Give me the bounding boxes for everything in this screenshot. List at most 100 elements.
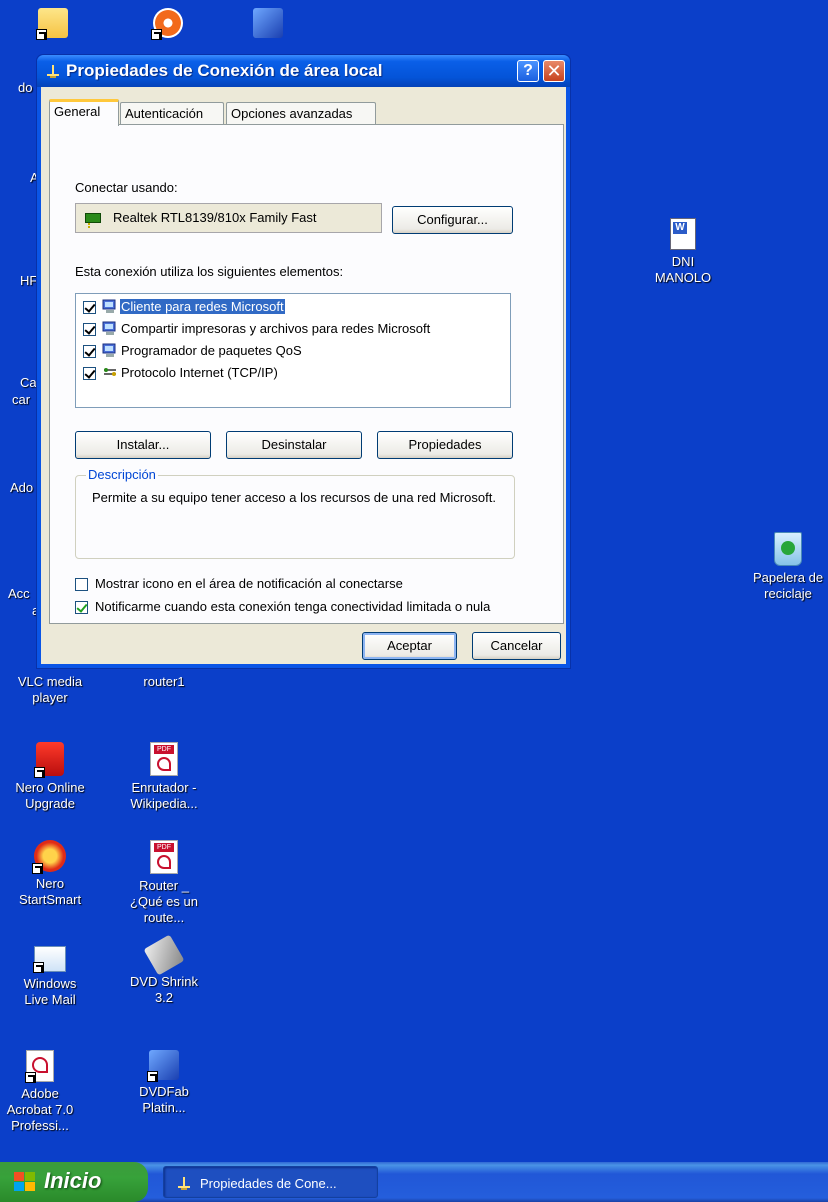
item-label: Protocolo Internet (TCP/IP) bbox=[121, 365, 278, 380]
start-button[interactable]: Inicio bbox=[0, 1162, 148, 1202]
item-checkbox[interactable] bbox=[83, 323, 96, 336]
edge-label: Ca bbox=[20, 375, 37, 390]
edge-label: HF bbox=[20, 273, 38, 288]
item-checkbox[interactable] bbox=[83, 301, 96, 314]
components-list[interactable]: Cliente para redes Microsoft Compartir i… bbox=[75, 293, 511, 408]
notify-limited-label[interactable]: Notificarme cuando esta conexión tenga c… bbox=[95, 599, 515, 615]
item-label: Programador de paquetes QoS bbox=[121, 343, 302, 358]
taskbar-item-properties[interactable]: Propiedades de Cone... bbox=[163, 1166, 378, 1198]
nero-flame-icon bbox=[32, 840, 66, 874]
shortcut-arrow-icon bbox=[25, 1072, 36, 1083]
pdf-icon: PDF bbox=[150, 742, 178, 776]
acrobat-icon bbox=[25, 1050, 54, 1083]
shortcut-arrow-icon bbox=[34, 767, 45, 778]
desktop-icon-nero-startsmart[interactable]: Nero StartSmart bbox=[10, 840, 90, 908]
show-icon-checkbox[interactable] bbox=[75, 578, 88, 591]
desktop-icon-dvdfab-top[interactable] bbox=[228, 8, 308, 42]
tab-advanced-options[interactable]: Opciones avanzadas bbox=[226, 102, 376, 125]
mail-envelope-icon bbox=[33, 946, 66, 973]
item-checkbox[interactable] bbox=[83, 367, 96, 380]
desktop-icon-dvdfab[interactable]: DVDFab Platin... bbox=[124, 1050, 204, 1116]
desktop-icon-nero-online[interactable]: Nero Online Upgrade bbox=[10, 742, 90, 812]
dvd-logo-icon bbox=[253, 8, 283, 38]
shortcut-arrow-icon bbox=[32, 863, 43, 874]
network-card-icon bbox=[85, 213, 101, 226]
nero-gift-icon bbox=[34, 742, 64, 778]
install-button[interactable]: Instalar... bbox=[75, 431, 211, 459]
description-text: Permite a su equipo tener acceso a los r… bbox=[92, 490, 496, 505]
show-icon-label[interactable]: Mostrar icono en el área de notificación… bbox=[95, 576, 403, 591]
tab-general[interactable]: General bbox=[49, 99, 119, 126]
desktop-icon-dni-manolo[interactable]: W DNI MANOLO bbox=[643, 218, 723, 286]
uninstall-button[interactable]: Desinstalar bbox=[226, 431, 362, 459]
recycle-bin-icon bbox=[774, 532, 802, 566]
configure-button[interactable]: Configurar... bbox=[392, 206, 513, 234]
folder-icon bbox=[36, 8, 68, 40]
dvd-logo-icon bbox=[147, 1050, 179, 1082]
window-title: Propiedades de Conexión de área local bbox=[66, 61, 383, 80]
network-connection-icon bbox=[47, 65, 59, 78]
network-client-icon bbox=[102, 299, 116, 313]
tab-authentication[interactable]: Autenticación bbox=[120, 102, 224, 125]
desktop-icon-documents[interactable] bbox=[13, 8, 93, 42]
dvd-shrink-icon bbox=[143, 934, 185, 976]
icon-label: Nero Online Upgrade bbox=[15, 780, 85, 811]
connect-using-label: Conectar usando: bbox=[75, 180, 178, 195]
edge-label: car bbox=[12, 392, 31, 407]
description-legend: Descripción bbox=[86, 467, 158, 482]
icon-label: Windows Live Mail bbox=[23, 976, 77, 1007]
properties-button[interactable]: Propiedades bbox=[377, 431, 513, 459]
dialog-client: General Autenticación Opciones avanzadas… bbox=[41, 87, 566, 664]
icon-label: Papelera de reciclaje bbox=[752, 570, 824, 601]
edge-label: Ado bbox=[10, 480, 34, 495]
icon-label: Router _ ¿Qué es un route... bbox=[130, 878, 198, 925]
help-button[interactable]: ? bbox=[517, 60, 539, 82]
cancel-button[interactable]: Cancelar bbox=[472, 632, 561, 660]
network-connection-icon bbox=[178, 1177, 190, 1190]
icon-label: DVD Shrink 3.2 bbox=[130, 974, 198, 1005]
list-item[interactable]: Programador de paquetes QoS bbox=[80, 340, 508, 362]
icon-label: Adobe Acrobat 7.0 Professi... bbox=[6, 1086, 74, 1133]
adapter-name: Realtek RTL8139/810x Family Fast bbox=[113, 210, 317, 225]
shortcut-arrow-icon bbox=[36, 29, 47, 40]
list-item[interactable]: Compartir impresoras y archivos para red… bbox=[80, 318, 508, 340]
edge-label: do bbox=[18, 80, 33, 95]
icon-label: DVDFab Platin... bbox=[139, 1084, 189, 1115]
list-item[interactable]: Cliente para redes Microsoft bbox=[80, 296, 508, 318]
desktop-icon-router-que[interactable]: PDF Router _ ¿Qué es un route... bbox=[124, 840, 204, 926]
close-button[interactable]: ✕ bbox=[543, 60, 565, 82]
list-item[interactable]: Protocolo Internet (TCP/IP) bbox=[80, 362, 508, 384]
ok-button[interactable]: Aceptar bbox=[362, 632, 457, 660]
taskbar: Inicio Propiedades de Cone... bbox=[0, 1162, 828, 1202]
icon-label: Enrutador - Wikipedia... bbox=[130, 780, 198, 811]
general-tab-panel: Conectar usando: Realtek RTL8139/810x Fa… bbox=[49, 124, 564, 624]
adapter-display: Realtek RTL8139/810x Family Fast bbox=[75, 203, 382, 233]
protocol-icon bbox=[104, 368, 116, 376]
items-label: Esta conexión utiliza los siguientes ele… bbox=[75, 264, 344, 279]
item-label: Compartir impresoras y archivos para red… bbox=[121, 321, 431, 336]
item-checkbox[interactable] bbox=[83, 345, 96, 358]
taskbar-item-label: Propiedades de Cone... bbox=[200, 1176, 337, 1191]
desktop-icon-windows-live-mail[interactable]: Windows Live Mail bbox=[10, 940, 90, 1008]
properties-dialog: Propiedades de Conexión de área local ? … bbox=[36, 54, 571, 669]
icon-label: VLC media player bbox=[17, 674, 83, 705]
description-group: Descripción Permite a su equipo tener ac… bbox=[75, 467, 515, 559]
desktop-icon-adobe-acrobat[interactable]: Adobe Acrobat 7.0 Professi... bbox=[0, 1050, 80, 1134]
shortcut-arrow-icon bbox=[33, 962, 44, 973]
desktop-icon-app-orange[interactable] bbox=[128, 8, 208, 42]
title-bar[interactable]: Propiedades de Conexión de área local ? … bbox=[37, 55, 570, 87]
pdf-icon: PDF bbox=[150, 840, 178, 874]
desktop-icon-enrutador[interactable]: PDF Enrutador - Wikipedia... bbox=[124, 742, 204, 812]
shortcut-arrow-icon bbox=[151, 29, 162, 40]
word-document-icon: W bbox=[670, 218, 696, 250]
disc-orange-icon bbox=[151, 8, 183, 40]
item-label: Cliente para redes Microsoft bbox=[120, 299, 285, 314]
desktop-icon-dvd-shrink[interactable]: DVD Shrink 3.2 bbox=[124, 934, 204, 1006]
edge-label: Acc bbox=[8, 586, 30, 601]
start-label: Inicio bbox=[44, 1168, 102, 1193]
windows-flag-icon bbox=[14, 1172, 36, 1192]
notify-limited-checkbox[interactable] bbox=[75, 601, 88, 614]
desktop: do A HF Ca car Ado Acc a W DNI MANOLO Pa… bbox=[0, 0, 828, 1162]
icon-label: router1 bbox=[143, 674, 185, 689]
desktop-icon-recycle-bin[interactable]: Papelera de reciclaje bbox=[748, 532, 828, 602]
